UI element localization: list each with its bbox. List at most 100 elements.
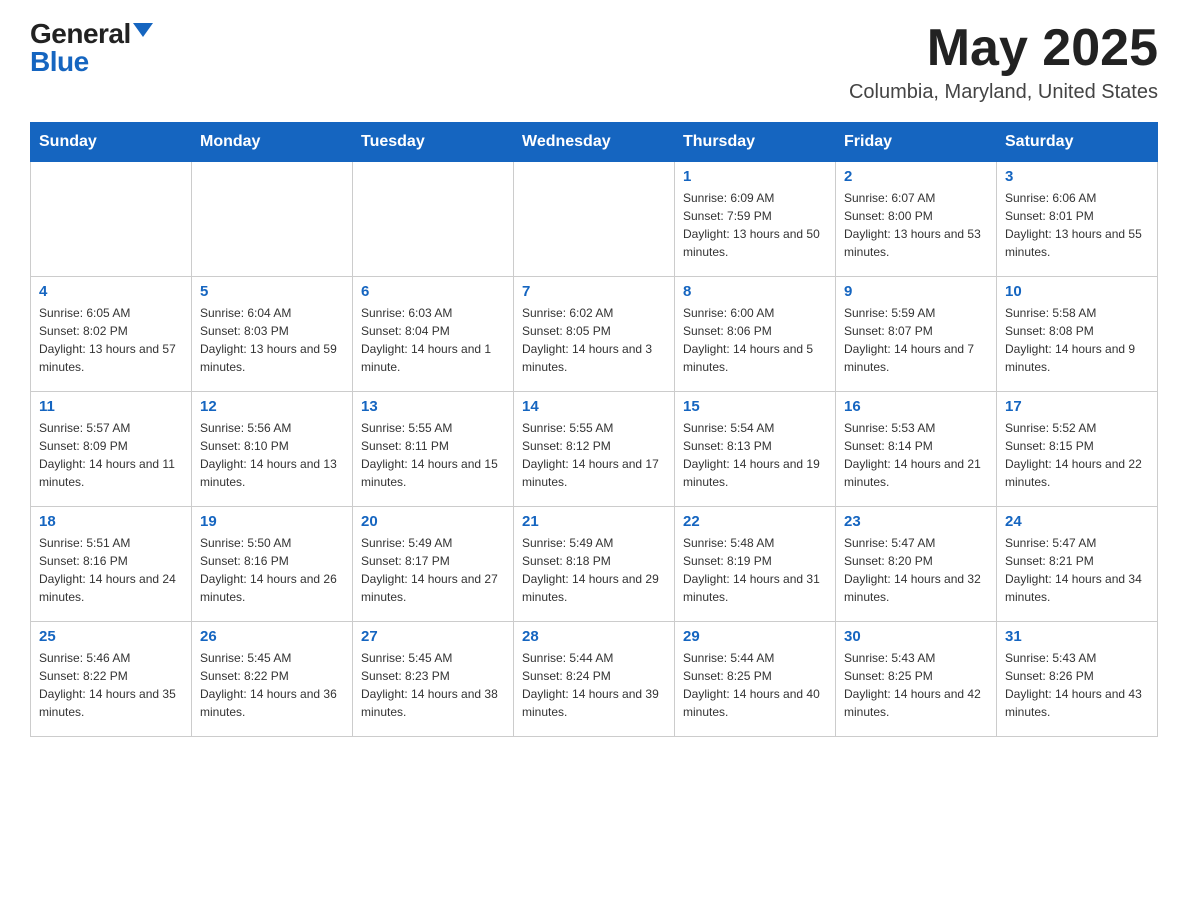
- day-number: 20: [361, 513, 505, 530]
- calendar-cell: 27 Sunrise: 5:45 AMSunset: 8:23 PMDayligh…: [353, 622, 514, 737]
- day-number: 19: [200, 513, 344, 530]
- day-info: Sunrise: 5:44 AMSunset: 8:25 PMDaylight:…: [683, 649, 827, 721]
- calendar-cell: [31, 162, 192, 277]
- calendar-cell: 8Sunrise: 6:00 AMSunset: 8:06 PMDaylight…: [675, 277, 836, 392]
- calendar-cell: [353, 162, 514, 277]
- day-number: 16: [844, 398, 988, 415]
- day-info: Sunrise: 5:44 AMSunset: 8:24 PMDaylight:…: [522, 649, 666, 721]
- calendar-cell: 2 Sunrise: 6:07 AMSunset: 8:00 PMDaylight…: [836, 162, 997, 277]
- day-number: 22: [683, 513, 827, 530]
- day-number: 18: [39, 513, 183, 530]
- calendar-cell: 5 Sunrise: 6:04 AMSunset: 8:03 PMDaylight…: [192, 277, 353, 392]
- calendar-cell: 21Sunrise: 5:49 AMSunset: 8:18 PMDayligh…: [514, 507, 675, 622]
- location-title: Columbia, Maryland, United States: [849, 81, 1158, 104]
- day-info: Sunrise: 6:05 AMSunset: 8:02 PMDaylight:…: [39, 304, 183, 376]
- day-number: 26: [200, 628, 344, 645]
- day-info: Sunrise: 5:45 AMSunset: 8:22 PMDaylight:…: [200, 649, 344, 721]
- weekday-header-row: SundayMondayTuesdayWednesdayThursdayFrid…: [31, 123, 1158, 162]
- calendar-cell: 20Sunrise: 5:49 AMSunset: 8:17 PMDayligh…: [353, 507, 514, 622]
- day-number: 3: [1005, 168, 1149, 185]
- calendar-cell: 18Sunrise: 5:51 AMSunset: 8:16 PMDayligh…: [31, 507, 192, 622]
- calendar-cell: 22 Sunrise: 5:48 AMSunset: 8:19 PMDayligh…: [675, 507, 836, 622]
- day-number: 27: [361, 628, 505, 645]
- day-info: Sunrise: 5:47 AMSunset: 8:21 PMDaylight:…: [1005, 534, 1149, 606]
- calendar-cell: 1Sunrise: 6:09 AMSunset: 7:59 PMDaylight…: [675, 162, 836, 277]
- weekday-header-saturday: Saturday: [997, 123, 1158, 162]
- day-number: 5: [200, 283, 344, 300]
- week-row-4: 18Sunrise: 5:51 AMSunset: 8:16 PMDayligh…: [31, 507, 1158, 622]
- day-info: Sunrise: 6:03 AMSunset: 8:04 PMDaylight:…: [361, 304, 505, 376]
- logo-general-text: General: [30, 20, 131, 48]
- calendar-table: SundayMondayTuesdayWednesdayThursdayFrid…: [30, 122, 1158, 737]
- day-number: 7: [522, 283, 666, 300]
- month-title: May 2025: [849, 20, 1158, 77]
- calendar-cell: 23 Sunrise: 5:47 AMSunset: 8:20 PMDayligh…: [836, 507, 997, 622]
- day-info: Sunrise: 6:04 AMSunset: 8:03 PMDaylight:…: [200, 304, 344, 376]
- day-number: 23: [844, 513, 988, 530]
- logo-blue-text: Blue: [30, 48, 89, 76]
- calendar-cell: 7 Sunrise: 6:02 AMSunset: 8:05 PMDaylight…: [514, 277, 675, 392]
- calendar-cell: 11 Sunrise: 5:57 AMSunset: 8:09 PMDayligh…: [31, 392, 192, 507]
- day-number: 2: [844, 168, 988, 185]
- day-number: 9: [844, 283, 988, 300]
- day-number: 28: [522, 628, 666, 645]
- calendar-cell: 10Sunrise: 5:58 AMSunset: 8:08 PMDayligh…: [997, 277, 1158, 392]
- day-info: Sunrise: 5:55 AMSunset: 8:12 PMDaylight:…: [522, 419, 666, 491]
- day-info: Sunrise: 5:55 AMSunset: 8:11 PMDaylight:…: [361, 419, 505, 491]
- calendar-cell: 30Sunrise: 5:43 AMSunset: 8:25 PMDayligh…: [836, 622, 997, 737]
- day-info: Sunrise: 5:47 AMSunset: 8:20 PMDaylight:…: [844, 534, 988, 606]
- calendar-cell: 26 Sunrise: 5:45 AMSunset: 8:22 PMDayligh…: [192, 622, 353, 737]
- day-info: Sunrise: 5:49 AMSunset: 8:18 PMDaylight:…: [522, 534, 666, 606]
- calendar-cell: 16Sunrise: 5:53 AMSunset: 8:14 PMDayligh…: [836, 392, 997, 507]
- week-row-5: 25 Sunrise: 5:46 AMSunset: 8:22 PMDayligh…: [31, 622, 1158, 737]
- calendar-cell: 6Sunrise: 6:03 AMSunset: 8:04 PMDaylight…: [353, 277, 514, 392]
- logo-triangle-icon: [133, 23, 153, 37]
- day-info: Sunrise: 5:59 AMSunset: 8:07 PMDaylight:…: [844, 304, 988, 376]
- weekday-header-wednesday: Wednesday: [514, 123, 675, 162]
- week-row-1: 1Sunrise: 6:09 AMSunset: 7:59 PMDaylight…: [31, 162, 1158, 277]
- day-number: 15: [683, 398, 827, 415]
- weekday-header-friday: Friday: [836, 123, 997, 162]
- calendar-cell: 9 Sunrise: 5:59 AMSunset: 8:07 PMDaylight…: [836, 277, 997, 392]
- day-number: 25: [39, 628, 183, 645]
- day-info: Sunrise: 6:06 AMSunset: 8:01 PMDaylight:…: [1005, 189, 1149, 261]
- week-row-2: 4Sunrise: 6:05 AMSunset: 8:02 PMDaylight…: [31, 277, 1158, 392]
- day-info: Sunrise: 5:46 AMSunset: 8:22 PMDaylight:…: [39, 649, 183, 721]
- day-info: Sunrise: 6:00 AMSunset: 8:06 PMDaylight:…: [683, 304, 827, 376]
- day-info: Sunrise: 6:07 AMSunset: 8:00 PMDaylight:…: [844, 189, 988, 261]
- day-info: Sunrise: 5:54 AMSunset: 8:13 PMDaylight:…: [683, 419, 827, 491]
- calendar-cell: 13 Sunrise: 5:55 AMSunset: 8:11 PMDayligh…: [353, 392, 514, 507]
- calendar-cell: 28 Sunrise: 5:44 AMSunset: 8:24 PMDayligh…: [514, 622, 675, 737]
- day-info: Sunrise: 6:02 AMSunset: 8:05 PMDaylight:…: [522, 304, 666, 376]
- calendar-cell: 14 Sunrise: 5:55 AMSunset: 8:12 PMDayligh…: [514, 392, 675, 507]
- day-number: 10: [1005, 283, 1149, 300]
- day-info: Sunrise: 5:48 AMSunset: 8:19 PMDaylight:…: [683, 534, 827, 606]
- logo: General Blue: [30, 20, 153, 76]
- calendar-cell: 12 Sunrise: 5:56 AMSunset: 8:10 PMDayligh…: [192, 392, 353, 507]
- weekday-header-sunday: Sunday: [31, 123, 192, 162]
- calendar-cell: 19 Sunrise: 5:50 AMSunset: 8:16 PMDayligh…: [192, 507, 353, 622]
- day-number: 13: [361, 398, 505, 415]
- title-block: May 2025 Columbia, Maryland, United Stat…: [849, 20, 1158, 104]
- day-info: Sunrise: 5:45 AMSunset: 8:23 PMDaylight:…: [361, 649, 505, 721]
- day-number: 11: [39, 398, 183, 415]
- calendar-cell: 3 Sunrise: 6:06 AMSunset: 8:01 PMDaylight…: [997, 162, 1158, 277]
- day-number: 1: [683, 168, 827, 185]
- weekday-header-monday: Monday: [192, 123, 353, 162]
- day-number: 31: [1005, 628, 1149, 645]
- day-info: Sunrise: 5:57 AMSunset: 8:09 PMDaylight:…: [39, 419, 183, 491]
- calendar-cell: 4Sunrise: 6:05 AMSunset: 8:02 PMDaylight…: [31, 277, 192, 392]
- weekday-header-tuesday: Tuesday: [353, 123, 514, 162]
- day-info: Sunrise: 5:52 AMSunset: 8:15 PMDaylight:…: [1005, 419, 1149, 491]
- day-number: 30: [844, 628, 988, 645]
- day-number: 14: [522, 398, 666, 415]
- day-info: Sunrise: 5:56 AMSunset: 8:10 PMDaylight:…: [200, 419, 344, 491]
- day-number: 29: [683, 628, 827, 645]
- day-info: Sunrise: 5:43 AMSunset: 8:26 PMDaylight:…: [1005, 649, 1149, 721]
- day-info: Sunrise: 5:50 AMSunset: 8:16 PMDaylight:…: [200, 534, 344, 606]
- calendar-cell: [514, 162, 675, 277]
- page-header: General Blue May 2025 Columbia, Maryland…: [30, 20, 1158, 104]
- calendar-cell: 31 Sunrise: 5:43 AMSunset: 8:26 PMDayligh…: [997, 622, 1158, 737]
- calendar-cell: 25 Sunrise: 5:46 AMSunset: 8:22 PMDayligh…: [31, 622, 192, 737]
- day-number: 12: [200, 398, 344, 415]
